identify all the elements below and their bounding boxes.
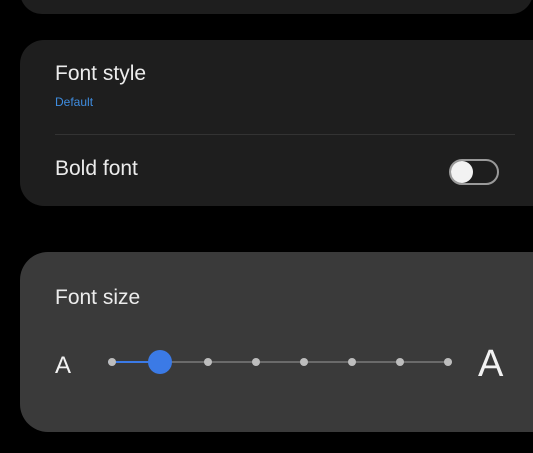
slider-step-dot[interactable] [444, 358, 452, 366]
slider-thumb[interactable] [148, 350, 172, 374]
font-size-small-label: A [55, 352, 72, 379]
font-size-title: Font size [55, 286, 141, 309]
font-style-row[interactable]: Font style Default [20, 40, 533, 134]
font-size-slider[interactable] [108, 350, 452, 374]
toggle-knob [451, 161, 473, 183]
settings-screen: Font style Default Bold font Font size A… [0, 0, 533, 453]
slider-step-dot[interactable] [252, 358, 260, 366]
bold-font-toggle[interactable] [449, 159, 499, 185]
slider-step-dot[interactable] [396, 358, 404, 366]
slider-step-dot[interactable] [300, 358, 308, 366]
bold-font-row[interactable]: Bold font [20, 135, 533, 206]
font-size-large-label: A [478, 343, 504, 385]
slider-step-dot[interactable] [108, 358, 116, 366]
previous-settings-card [20, 0, 533, 14]
slider-step-dot[interactable] [204, 358, 212, 366]
font-style-title: Font style [55, 62, 147, 85]
bold-font-title: Bold font [55, 157, 138, 180]
slider-step-dot[interactable] [348, 358, 356, 366]
font-style-value: Default [55, 95, 94, 109]
font-size-card: Font size A A [20, 252, 533, 432]
font-settings-card: Font style Default Bold font [20, 40, 533, 206]
